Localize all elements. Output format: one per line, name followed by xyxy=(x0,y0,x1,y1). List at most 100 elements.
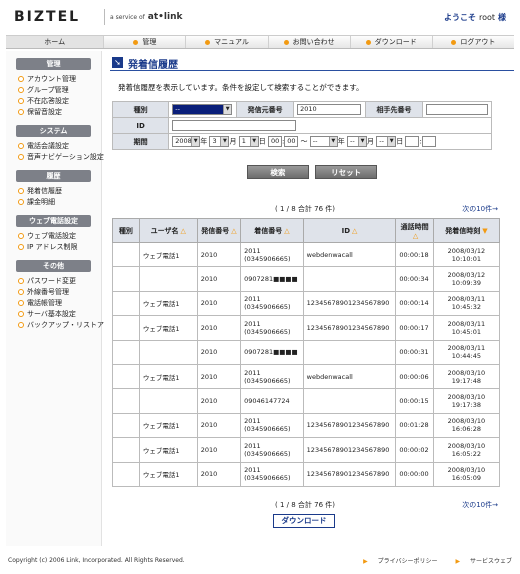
column-header[interactable]: 種別 xyxy=(112,218,140,243)
download-button[interactable]: ダウンロード xyxy=(273,514,335,528)
sort-icon[interactable]: △ xyxy=(352,227,357,235)
cell-time: 2008/03/10 19:17:48 xyxy=(432,363,501,390)
cell-dur: 00:01:28 xyxy=(395,412,434,439)
column-header-label: 種別 xyxy=(118,226,133,235)
cell-user xyxy=(138,388,198,414)
year-unit: 年 xyxy=(200,137,208,146)
cell-type xyxy=(112,363,140,390)
cell-type xyxy=(112,315,140,341)
circle-bullet-icon xyxy=(18,188,24,194)
privacy-label: プライバシーポリシー xyxy=(377,558,438,565)
search-button[interactable]: 検索 xyxy=(246,165,309,179)
privacy-link[interactable]: ▶ プライバシーポリシー xyxy=(355,558,437,565)
page-title-row: ➘ 発着信履歴 xyxy=(110,55,514,71)
cell-type xyxy=(112,339,140,365)
sort-icon[interactable]: △ xyxy=(231,227,236,235)
sort-icon[interactable]: △ xyxy=(413,232,418,240)
cell-from: 2010 xyxy=(196,363,242,390)
sidebar-section-title: システム xyxy=(16,125,91,137)
cell-to: 2011 (0345906665) xyxy=(240,241,304,268)
service-link[interactable]: ▶ サービスウェブ xyxy=(447,558,512,565)
sidebar-item[interactable]: 不在応答設定 xyxy=(18,96,101,107)
sidebar-item[interactable]: 外線番号管理 xyxy=(18,287,101,298)
nav-item-5[interactable]: ログアウト xyxy=(433,36,514,48)
sidebar-item-label: ウェブ電話設定 xyxy=(27,232,76,240)
cell-user: ウェブ電話1 xyxy=(138,290,198,317)
circle-bullet-icon xyxy=(18,289,24,295)
column-header[interactable]: 発信番号 △ xyxy=(196,218,242,243)
cell-to: 09046147724 xyxy=(240,388,304,414)
sidebar-item[interactable]: 音声ナビゲーション設定 xyxy=(18,152,104,163)
footer-links: ▶ プライバシーポリシー ▶ サービスウェブ xyxy=(347,556,512,565)
sidebar-item[interactable]: 発着信履歴 xyxy=(18,186,101,197)
to-day-select[interactable]: -- ▼ xyxy=(376,136,397,147)
cell-to: 2011 (0345906665) xyxy=(240,315,304,341)
sidebar-item[interactable]: グループ管理 xyxy=(18,85,101,96)
bullet-icon xyxy=(283,39,289,45)
nav-item-3[interactable]: お問い合わせ xyxy=(269,36,351,48)
sort-icon[interactable]: ▼ xyxy=(482,227,487,235)
biztel-logo[interactable]: BIZTEL xyxy=(14,9,80,25)
from-year-select[interactable]: 2008 ▼ xyxy=(172,136,201,147)
sidebar-item[interactable]: 電話会議設定 xyxy=(18,141,101,152)
sort-icon[interactable]: △ xyxy=(284,227,289,235)
callee-input[interactable] xyxy=(426,104,488,115)
sidebar-item-label: 外線番号管理 xyxy=(27,288,69,296)
nav-item-1[interactable]: 管理 xyxy=(104,36,187,48)
results-table: 種別 ユーザ名 △ 発信番号 △ 着信番号 △ ID △ 通話時間△ 発着信時刻 ▼ ウェブ電話1 20… xyxy=(112,218,501,487)
to-year-select[interactable]: -- ▼ xyxy=(309,136,338,147)
sidebar-item[interactable]: バックアップ・リストア xyxy=(18,320,104,331)
type-select[interactable]: -- ▼ xyxy=(172,104,233,115)
column-header[interactable]: ユーザ名 △ xyxy=(138,218,198,243)
nav-item-0[interactable]: ホーム xyxy=(6,36,105,48)
nav-item-2[interactable]: マニュアル xyxy=(186,36,269,48)
sort-icon[interactable]: △ xyxy=(181,227,186,235)
column-header[interactable]: ID △ xyxy=(302,218,397,243)
caller-input[interactable]: 2010 xyxy=(297,104,362,115)
column-header[interactable]: 着信番号 △ xyxy=(240,218,304,243)
page-title: 発着信履歴 xyxy=(128,60,178,71)
copyright: Copyright (c) 2006 Link, Incorporated. A… xyxy=(8,557,185,564)
sidebar-item[interactable]: ウェブ電話設定 xyxy=(18,231,101,242)
sidebar-item-label: IP アドレス制限 xyxy=(27,243,78,251)
from-min-input[interactable]: 00 xyxy=(284,136,299,147)
column-header[interactable]: 通話時間△ xyxy=(395,218,434,243)
sidebar-item[interactable]: サーバ基本設定 xyxy=(18,309,101,320)
nav-label: 管理 xyxy=(142,38,157,46)
column-header[interactable]: 発着信時刻 ▼ xyxy=(432,218,501,243)
sidebar-item[interactable]: 保留音設定 xyxy=(18,107,101,118)
sidebar-item[interactable]: 課金明細 xyxy=(18,197,101,208)
callee-cell xyxy=(422,101,492,118)
reset-button[interactable]: リセット xyxy=(315,165,378,179)
nav-item-4[interactable]: ダウンロード xyxy=(351,36,433,48)
sidebar-item[interactable]: IP アドレス制限 xyxy=(18,242,101,253)
cell-time: 2008/03/12 10:09:39 xyxy=(432,266,501,292)
sidebar-item[interactable]: パスワード変更 xyxy=(18,276,101,287)
sidebar-item[interactable]: アカウント管理 xyxy=(18,74,101,85)
column-header-label: 発信番号 xyxy=(201,226,230,235)
chevron-down-icon: ▼ xyxy=(328,137,337,146)
from-month-select[interactable]: 3 ▼ xyxy=(209,136,230,147)
cell-id: 12345678901234567890 xyxy=(302,315,397,341)
to-month-value: -- xyxy=(350,137,355,145)
column-header-label: ユーザ名 xyxy=(150,226,179,235)
cell-type xyxy=(112,412,140,439)
cell-from: 2010 xyxy=(196,315,242,341)
nav-label: お問い合わせ xyxy=(292,38,335,46)
circle-bullet-icon xyxy=(18,311,24,317)
logo-sub-prefix: a service of xyxy=(110,14,145,21)
id-input[interactable] xyxy=(172,120,297,131)
sidebar-item[interactable]: 電話帳管理 xyxy=(18,298,101,309)
to-month-select[interactable]: -- ▼ xyxy=(347,136,367,147)
to-min-input[interactable] xyxy=(421,136,436,147)
sidebar-item-label: サーバ基本設定 xyxy=(27,310,76,318)
table-row: 2010 09046147724 00:00:15 2008/03/10 19:17:… xyxy=(112,388,501,414)
from-hour-input[interactable]: 00 xyxy=(267,136,282,147)
range-sep: 〜 xyxy=(300,137,308,146)
from-day-select[interactable]: 1 ▼ xyxy=(238,136,259,147)
next-page-link-top[interactable]: 次の10件→ xyxy=(462,204,498,214)
cell-time: 2008/03/10 16:05:09 xyxy=(432,461,501,487)
main-content: ➘ 発着信履歴 発着信履歴を表示しています。条件を設定して検索することができます… xyxy=(110,55,514,528)
to-hour-input[interactable] xyxy=(405,136,420,147)
next-page-link-bottom[interactable]: 次の10件→ xyxy=(462,500,498,510)
